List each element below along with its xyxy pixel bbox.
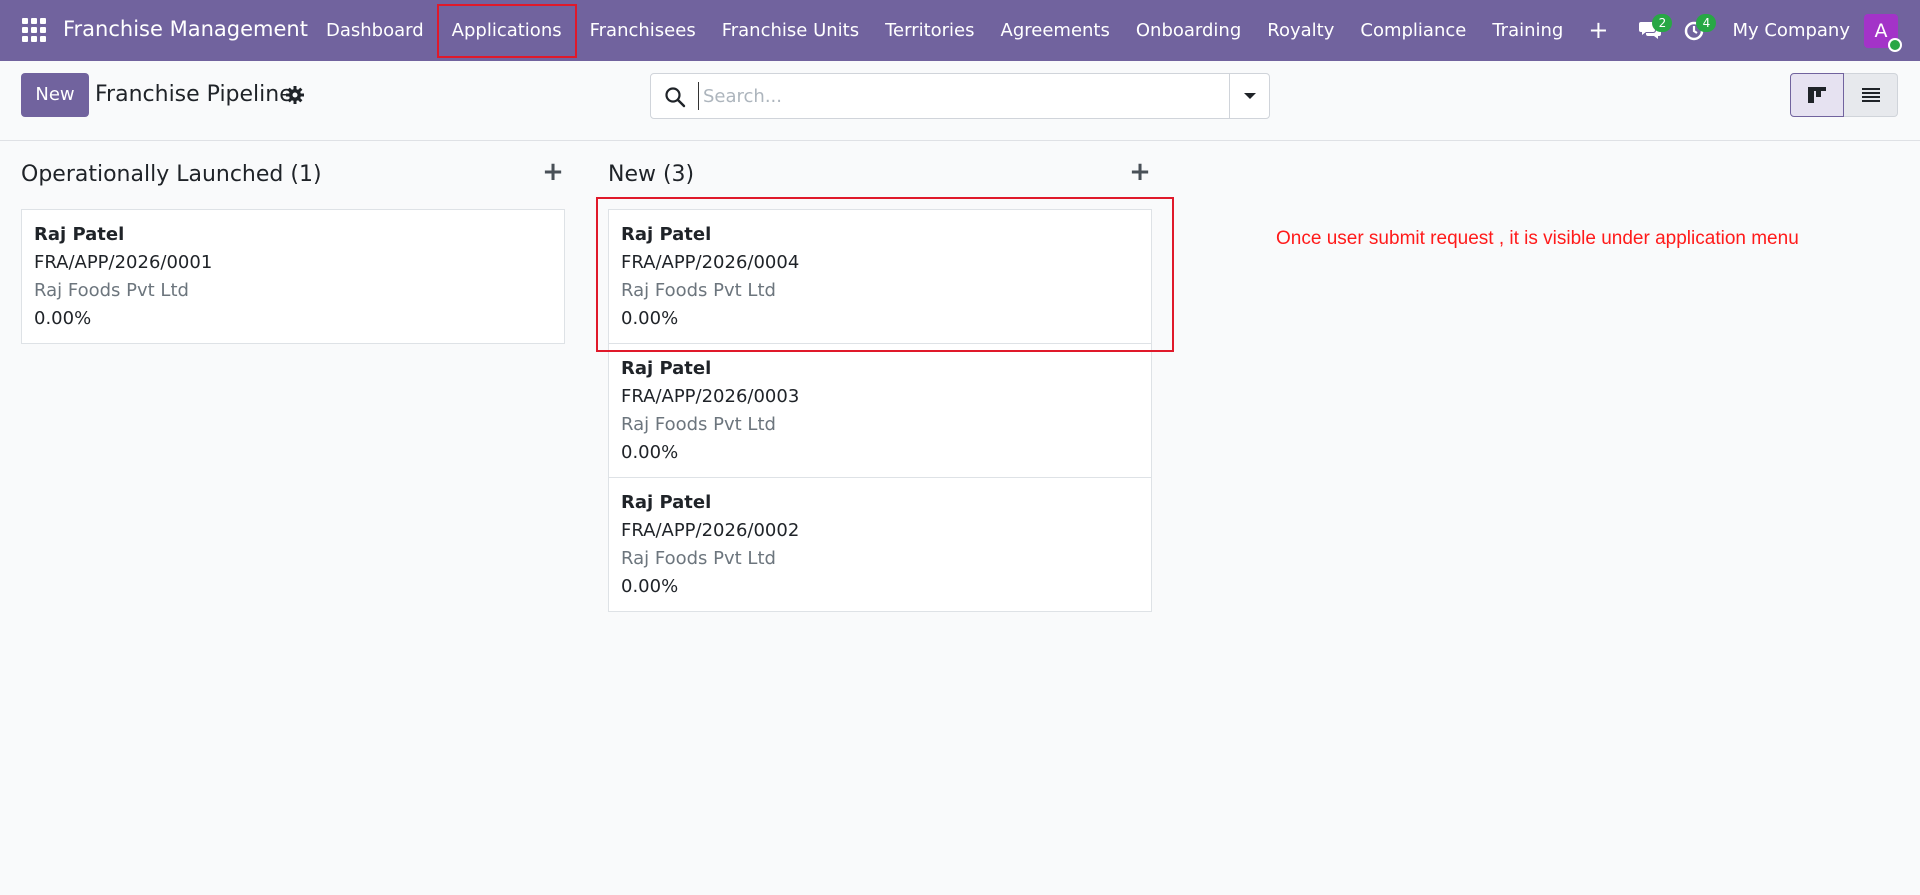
card-company: Raj Foods Pvt Ltd (34, 280, 189, 301)
app-brand[interactable]: Franchise Management (63, 17, 308, 41)
kanban-view-icon (1808, 87, 1826, 103)
card-name: Raj Patel (621, 358, 712, 379)
card-percentage: 0.00% (34, 308, 92, 329)
search-icon (665, 87, 686, 108)
menu-item-compliance[interactable]: Compliance (1347, 0, 1479, 61)
user-avatar[interactable]: A (1864, 13, 1902, 52)
gear-icon[interactable] (285, 85, 305, 105)
messages-button[interactable]: 2 (1628, 0, 1673, 61)
activities-count-badge: 4 (1696, 14, 1717, 32)
menu-item-onboarding[interactable]: Onboarding (1123, 0, 1254, 61)
kanban-column-new: New (3) + Raj Patel FRA/APP/2026/0004 Ra… (608, 159, 1152, 612)
menu-item-dashboard[interactable]: Dashboard (313, 0, 437, 61)
card-percentage: 0.00% (621, 308, 679, 329)
card-reference: FRA/APP/2026/0004 (621, 252, 800, 273)
menu-plus-icon[interactable]: + (1576, 0, 1620, 61)
list-view-icon (1861, 88, 1880, 102)
kanban-card[interactable]: Raj Patel FRA/APP/2026/0001 Raj Foods Pv… (21, 209, 565, 344)
card-company: Raj Foods Pvt Ltd (621, 280, 776, 301)
messages-count-badge: 2 (1652, 14, 1673, 32)
menu-item-franchise-units[interactable]: Franchise Units (709, 0, 872, 61)
menu-item-applications[interactable]: Applications (436, 4, 577, 58)
top-navbar: Franchise Management Dashboard Applicati… (0, 0, 1920, 61)
menu-item-territories[interactable]: Territories (872, 0, 987, 61)
plus-icon[interactable]: + (541, 159, 565, 185)
menu-item-royalty[interactable]: Royalty (1254, 0, 1347, 61)
view-switcher (1790, 73, 1898, 117)
kanban-card[interactable]: Raj Patel FRA/APP/2026/0002 Raj Foods Pv… (608, 477, 1152, 612)
systray: 2 4 My Company A (1628, 0, 1920, 61)
avatar-letter: A (1874, 19, 1888, 42)
search-bar (650, 73, 1270, 119)
apps-grid-icon[interactable] (20, 16, 48, 44)
card-name: Raj Patel (34, 224, 125, 245)
card-percentage: 0.00% (621, 442, 679, 463)
kanban-card[interactable]: Raj Patel FRA/APP/2026/0004 Raj Foods Pv… (608, 209, 1152, 344)
new-button[interactable]: New (21, 73, 89, 117)
column-title: Operationally Launched (1) (21, 162, 322, 187)
card-name: Raj Patel (621, 224, 712, 245)
main-menu: Dashboard Applications Franchisees Franc… (313, 0, 1620, 61)
caret-down-icon (1243, 93, 1256, 99)
card-company: Raj Foods Pvt Ltd (621, 548, 776, 569)
company-switcher[interactable]: My Company (1716, 20, 1864, 41)
menu-item-agreements[interactable]: Agreements (988, 0, 1123, 61)
search-input[interactable] (698, 82, 1198, 110)
card-percentage: 0.00% (621, 576, 679, 597)
kanban-view-button[interactable] (1790, 73, 1844, 117)
card-name: Raj Patel (621, 492, 712, 513)
control-panel: New Franchise Pipeline (0, 61, 1920, 141)
menu-item-training[interactable]: Training (1479, 0, 1576, 61)
card-company: Raj Foods Pvt Ltd (621, 414, 776, 435)
annotation-note: Once user submit request , it is visible… (1276, 228, 1799, 249)
list-view-button[interactable] (1844, 73, 1898, 117)
online-status-icon (1888, 37, 1902, 52)
kanban-card[interactable]: Raj Patel FRA/APP/2026/0003 Raj Foods Pv… (608, 343, 1152, 478)
card-reference: FRA/APP/2026/0003 (621, 386, 800, 407)
plus-icon[interactable]: + (1128, 159, 1152, 185)
column-cards: Raj Patel FRA/APP/2026/0004 Raj Foods Pv… (608, 209, 1152, 612)
activities-button[interactable]: 4 (1672, 0, 1717, 61)
card-reference: FRA/APP/2026/0002 (621, 520, 800, 541)
column-header: Operationally Launched (1) + (21, 159, 565, 192)
column-title: New (3) (608, 162, 695, 187)
page-title: Franchise Pipeline (95, 82, 293, 107)
search-options-toggle[interactable] (1229, 74, 1269, 118)
card-reference: FRA/APP/2026/0001 (34, 252, 213, 273)
menu-item-franchisees[interactable]: Franchisees (577, 0, 709, 61)
kanban-column-operationally-launched: Operationally Launched (1) + Raj Patel F… (21, 159, 565, 344)
column-header: New (3) + (608, 159, 1152, 192)
column-cards: Raj Patel FRA/APP/2026/0001 Raj Foods Pv… (21, 209, 565, 344)
